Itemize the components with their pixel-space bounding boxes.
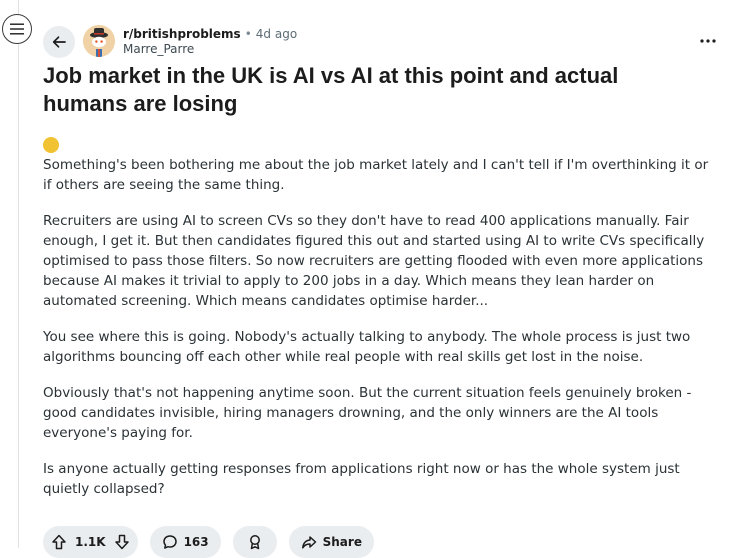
body-paragraph: Something's been bothering me about the … (43, 157, 709, 193)
post-actions-bar: 1.1K 163 Share (43, 526, 374, 558)
left-rail (0, 0, 19, 548)
subreddit-avatar[interactable] (83, 25, 115, 57)
comment-count: 163 (183, 535, 209, 549)
share-label: Share (322, 535, 362, 549)
share-button[interactable]: Share (288, 526, 374, 558)
vote-score: 1.1K (75, 535, 106, 549)
more-horizontal-icon (700, 39, 716, 43)
body-paragraph: Is anyone actually getting responses fro… (43, 461, 680, 497)
post-meta: r/britishproblems • 4d ago (123, 26, 297, 42)
arrow-left-icon (52, 36, 66, 48)
menu-button[interactable] (2, 14, 32, 44)
post-body: Something's been bothering me about the … (43, 155, 715, 515)
back-button[interactable] (43, 26, 75, 58)
author-link[interactable]: Marre_Parre (123, 42, 194, 56)
overflow-menu-button[interactable] (694, 30, 722, 52)
post-title: Job market in the UK is AI vs AI at this… (43, 63, 619, 116)
body-paragraph: Obviously that's not happening anytime s… (43, 385, 692, 441)
post-flair-icon (43, 137, 59, 153)
subreddit-link[interactable]: r/britishproblems (123, 27, 241, 41)
hamburger-icon (10, 23, 24, 35)
meta-separator: • (244, 27, 252, 41)
post-age: 4d ago (255, 27, 298, 41)
vote-control: 1.1K (43, 526, 138, 558)
body-paragraph: Recruiters are using AI to screen CVs so… (43, 213, 705, 309)
subreddit-icon (83, 25, 115, 57)
comments-button[interactable]: 163 (149, 526, 221, 558)
award-button[interactable] (232, 526, 277, 558)
body-paragraph: You see where this is going. Nobody's ac… (43, 329, 691, 365)
